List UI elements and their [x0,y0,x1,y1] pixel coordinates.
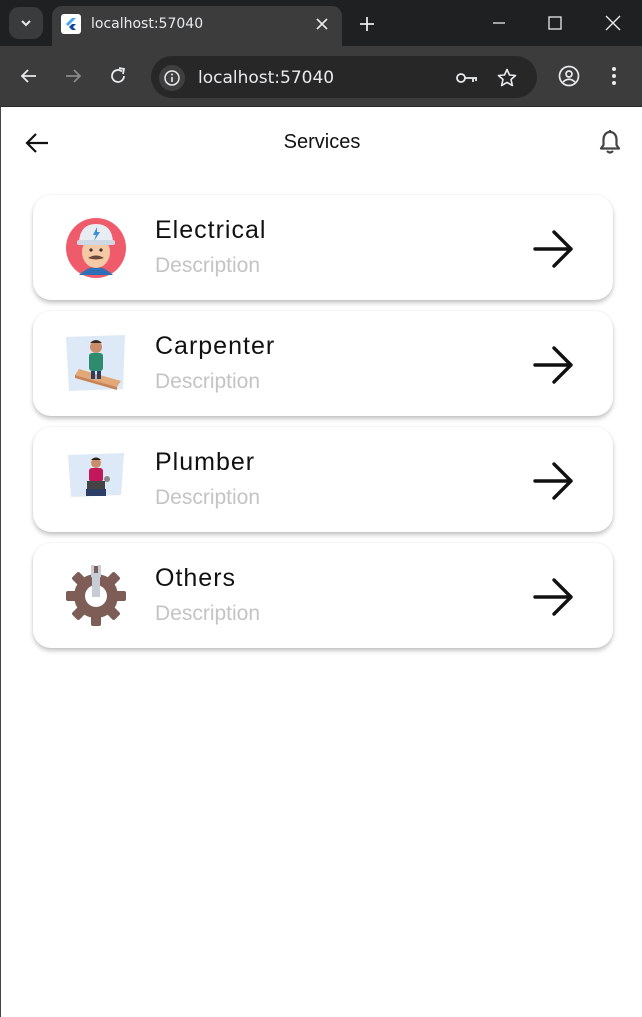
info-icon [164,70,180,86]
star-icon [497,68,517,87]
electrician-avatar-icon [63,215,129,281]
page-title: Services [283,131,361,153]
flutter-favicon-icon [61,14,81,34]
tab-title: localhost:57040 [91,16,204,32]
reload-icon [111,67,126,83]
app-viewport: Services Electrical Description Carpente… [0,107,642,1017]
url-text: localhost:57040 [198,68,335,88]
service-card-plumber[interactable]: Plumber Description [33,427,613,532]
service-title: Carpenter [155,332,276,360]
maximize-icon [548,16,562,30]
bookmark-star-button[interactable] [495,66,519,90]
browser-tab[interactable]: localhost:57040 [52,6,342,46]
close-icon [316,18,328,30]
new-tab-button[interactable] [354,11,380,37]
password-key-button[interactable] [455,66,479,90]
forward-button[interactable] [58,61,88,91]
key-icon [456,73,477,83]
service-title: Plumber [155,448,256,476]
service-description: Description [155,486,261,509]
maximize-button[interactable] [540,8,570,38]
arrow-right-icon[interactable] [533,345,575,385]
browser-tabstrip: localhost:57040 [0,0,642,46]
arrow-right-icon[interactable] [533,461,575,501]
tab-search-button[interactable] [9,7,43,39]
plus-icon [360,17,374,31]
back-button[interactable] [14,61,44,91]
gear-wrench-icon [63,563,129,629]
service-description: Description [155,602,261,625]
service-description: Description [155,370,261,393]
more-vert-icon [612,67,616,85]
close-icon [605,15,621,31]
bell-icon [599,130,621,154]
minimize-icon [493,22,505,24]
notifications-button[interactable] [596,127,624,157]
profile-button[interactable] [554,61,584,91]
browser-toolbar: localhost:57040 [0,46,642,107]
browser-menu-button[interactable] [599,61,629,91]
arrow-left-icon [20,69,36,83]
service-title: Others [155,564,237,592]
reload-button[interactable] [103,61,133,91]
window-close-button[interactable] [598,8,628,38]
service-card-carpenter[interactable]: Carpenter Description [33,311,613,416]
service-card-others[interactable]: Others Description [33,543,613,648]
service-description: Description [155,254,261,277]
service-title: Electrical [155,216,267,244]
arrow-right-icon[interactable] [533,229,575,269]
arrow-right-icon [66,69,82,83]
tab-close-button[interactable] [312,14,332,34]
arrow-right-icon[interactable] [533,577,575,617]
account-circle-icon [558,65,580,87]
address-bar[interactable]: localhost:57040 [151,56,537,98]
chevron-down-icon [21,20,31,27]
service-card-electrical[interactable]: Electrical Description [33,195,613,300]
plumber-illustration-icon [63,447,129,513]
site-info-button[interactable] [159,65,185,91]
minimize-button[interactable] [484,8,514,38]
carpenter-illustration-icon [63,331,129,397]
